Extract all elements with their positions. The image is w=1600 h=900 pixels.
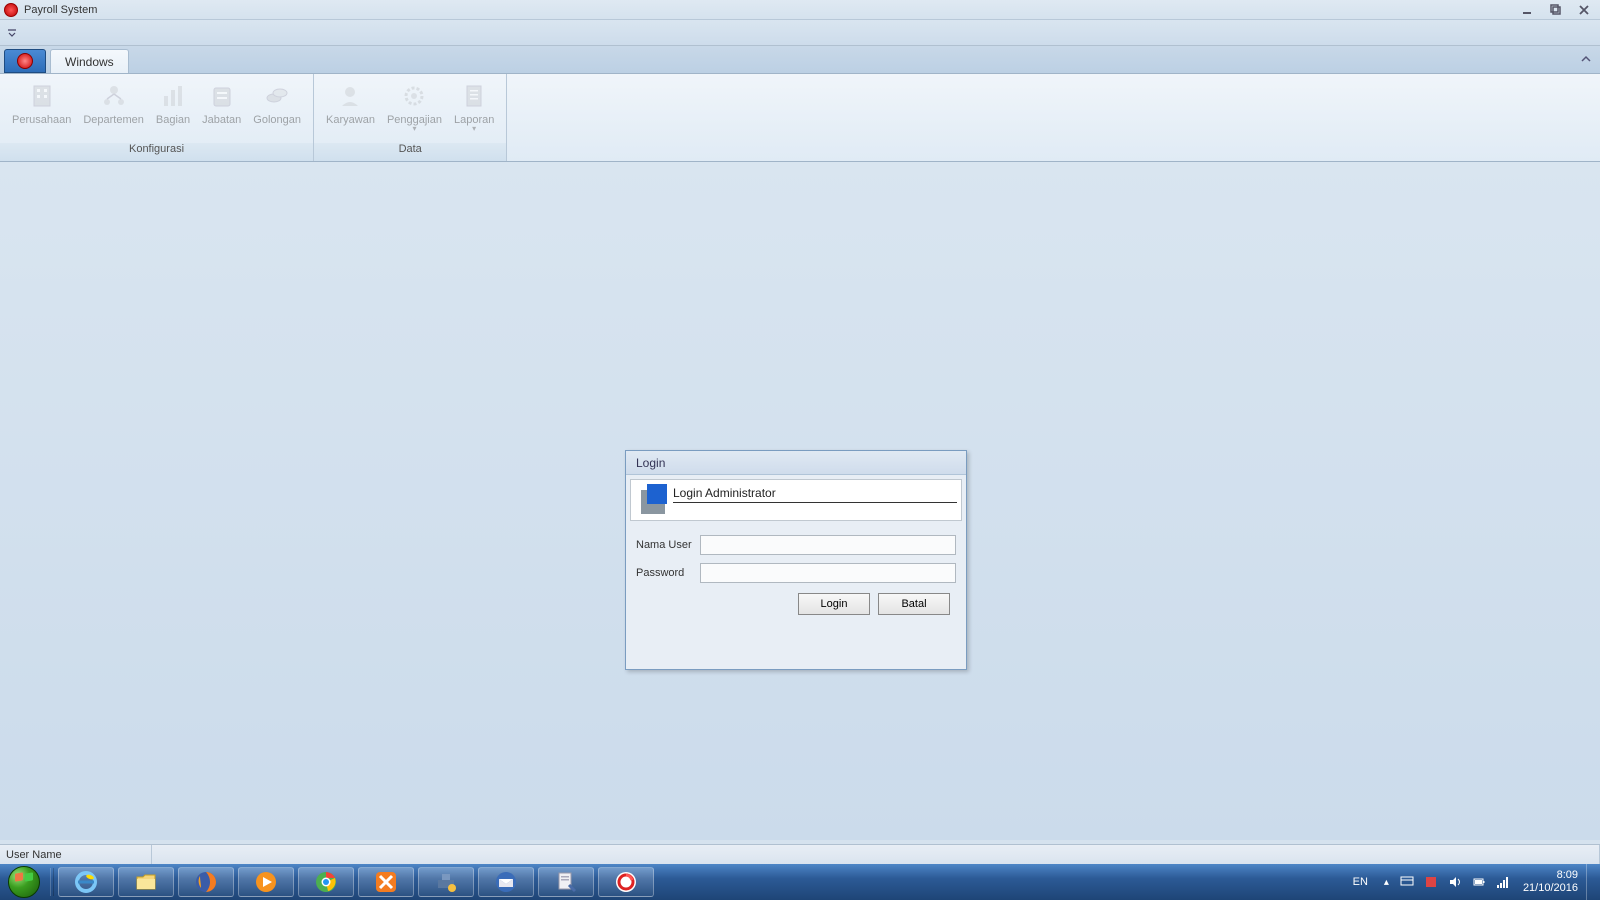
ribbon-item-label: Perusahaan	[12, 114, 71, 126]
ribbon-item-karyawan[interactable]: Karyawan	[320, 78, 381, 128]
taskbar-item-payroll[interactable]	[598, 867, 654, 897]
ribbon-item-laporan[interactable]: Laporan ▾	[448, 78, 500, 134]
ribbon-item-label: Jabatan	[202, 114, 241, 126]
app-icon	[614, 870, 638, 894]
action-center-icon[interactable]	[1399, 874, 1415, 890]
password-input[interactable]	[700, 563, 956, 583]
coins-icon	[261, 80, 293, 112]
taskbar-item-thunderbird[interactable]	[478, 867, 534, 897]
application-menu-button[interactable]	[4, 49, 46, 73]
play-icon	[254, 870, 278, 894]
login-header: Login Administrator	[630, 479, 962, 521]
quick-access-toolbar	[0, 20, 1600, 46]
firefox-icon	[194, 870, 218, 894]
tool-icon	[434, 870, 458, 894]
language-indicator[interactable]: EN	[1343, 876, 1378, 888]
person-icon	[334, 80, 366, 112]
tab-windows[interactable]: Windows	[50, 49, 129, 73]
tray-app-icon[interactable]	[1423, 874, 1439, 890]
report-icon	[458, 80, 490, 112]
ribbon-item-bagian[interactable]: Bagian	[150, 78, 196, 128]
ribbon-item-departemen[interactable]: Departemen	[77, 78, 150, 128]
taskbar-separator	[50, 868, 54, 896]
gear-icon	[398, 80, 430, 112]
close-icon	[1578, 4, 1590, 16]
login-dialog: Login Login Administrator Nama User Pass…	[625, 450, 967, 670]
ribbon-item-label: Departemen	[83, 114, 144, 126]
mail-icon	[494, 870, 518, 894]
taskbar-item-xampp[interactable]	[358, 867, 414, 897]
clock-time: 8:09	[1523, 869, 1578, 882]
org-icon	[98, 80, 130, 112]
chevron-up-icon	[1580, 53, 1592, 65]
internet-explorer-icon	[74, 870, 98, 894]
taskbar-item-mediaplayer[interactable]	[238, 867, 294, 897]
ribbon-group-label: Data	[314, 143, 506, 161]
login-button[interactable]: Login	[798, 593, 870, 615]
volume-icon[interactable]	[1447, 874, 1463, 890]
login-header-title: Login Administrator	[673, 486, 957, 503]
minimize-button[interactable]	[1516, 3, 1540, 17]
show-desktop-button[interactable]	[1586, 864, 1598, 900]
ribbon-item-penggajian[interactable]: Penggajian ▾	[381, 78, 448, 134]
network-signal-icon[interactable]	[1495, 874, 1511, 890]
close-button[interactable]	[1572, 3, 1596, 17]
taskbar-item-firefox[interactable]	[178, 867, 234, 897]
ribbon-group-label: Konfigurasi	[0, 143, 313, 161]
ribbon-item-jabatan[interactable]: Jabatan	[196, 78, 247, 128]
ribbon-item-label: Karyawan	[326, 114, 375, 126]
label-password: Password	[636, 567, 700, 579]
xampp-icon	[374, 870, 398, 894]
qat-dropdown-icon[interactable]	[6, 27, 18, 39]
document-icon	[554, 870, 578, 894]
start-button[interactable]	[0, 864, 48, 900]
ribbon-group-konfigurasi: Perusahaan Departemen Bagian Jabatan Gol…	[0, 74, 314, 161]
windows-logo-icon	[8, 866, 40, 898]
taskbar-item-ie[interactable]	[58, 867, 114, 897]
status-bar: User Name	[0, 844, 1600, 864]
status-username-value	[152, 845, 1600, 864]
ribbon-body: Perusahaan Departemen Bagian Jabatan Gol…	[0, 74, 1600, 162]
ribbon-item-golongan[interactable]: Golongan	[247, 78, 307, 128]
app-titlebar: Payroll System	[0, 0, 1600, 20]
login-dialog-title[interactable]: Login	[626, 451, 966, 475]
clock-date: 21/10/2016	[1523, 882, 1578, 895]
tab-windows-label: Windows	[65, 55, 114, 69]
badge-icon	[206, 80, 238, 112]
ribbon-collapse-button[interactable]	[1580, 52, 1592, 70]
tray-overflow-button[interactable]: ▴	[1378, 877, 1395, 888]
taskbar-item-app1[interactable]	[418, 867, 474, 897]
folder-icon	[134, 870, 158, 894]
ribbon-group-data: Karyawan Penggajian ▾ Laporan ▾ Data	[314, 74, 507, 161]
mdi-workarea: Login Login Administrator Nama User Pass…	[0, 162, 1600, 840]
maximize-icon	[1550, 4, 1562, 16]
taskbar-item-app2[interactable]	[538, 867, 594, 897]
minimize-icon	[1522, 4, 1534, 16]
building-icon	[26, 80, 58, 112]
taskbar-item-chrome[interactable]	[298, 867, 354, 897]
chevron-down-icon: ▾	[412, 126, 416, 132]
taskbar: EN ▴ 8:09 21/10/2016	[0, 864, 1600, 900]
clock[interactable]: 8:09 21/10/2016	[1515, 869, 1586, 895]
bars-icon	[157, 80, 189, 112]
system-tray: EN ▴ 8:09 21/10/2016	[1343, 864, 1600, 900]
cancel-button[interactable]: Batal	[878, 593, 950, 615]
ribbon-item-perusahaan[interactable]: Perusahaan	[6, 78, 77, 128]
login-header-icon	[635, 484, 667, 516]
taskbar-item-explorer[interactable]	[118, 867, 174, 897]
battery-icon[interactable]	[1471, 874, 1487, 890]
app-icon	[4, 3, 18, 17]
ribbon-item-label: Golongan	[253, 114, 301, 126]
ribbon-item-label: Bagian	[156, 114, 190, 126]
chevron-down-icon: ▾	[472, 126, 476, 132]
maximize-button[interactable]	[1544, 3, 1568, 17]
chrome-icon	[314, 870, 338, 894]
app-menu-icon	[17, 53, 33, 69]
label-username: Nama User	[636, 539, 700, 551]
status-username-label: User Name	[0, 845, 152, 864]
ribbon-tab-row: Windows	[0, 46, 1600, 74]
username-input[interactable]	[700, 535, 956, 555]
app-title: Payroll System	[24, 4, 97, 16]
